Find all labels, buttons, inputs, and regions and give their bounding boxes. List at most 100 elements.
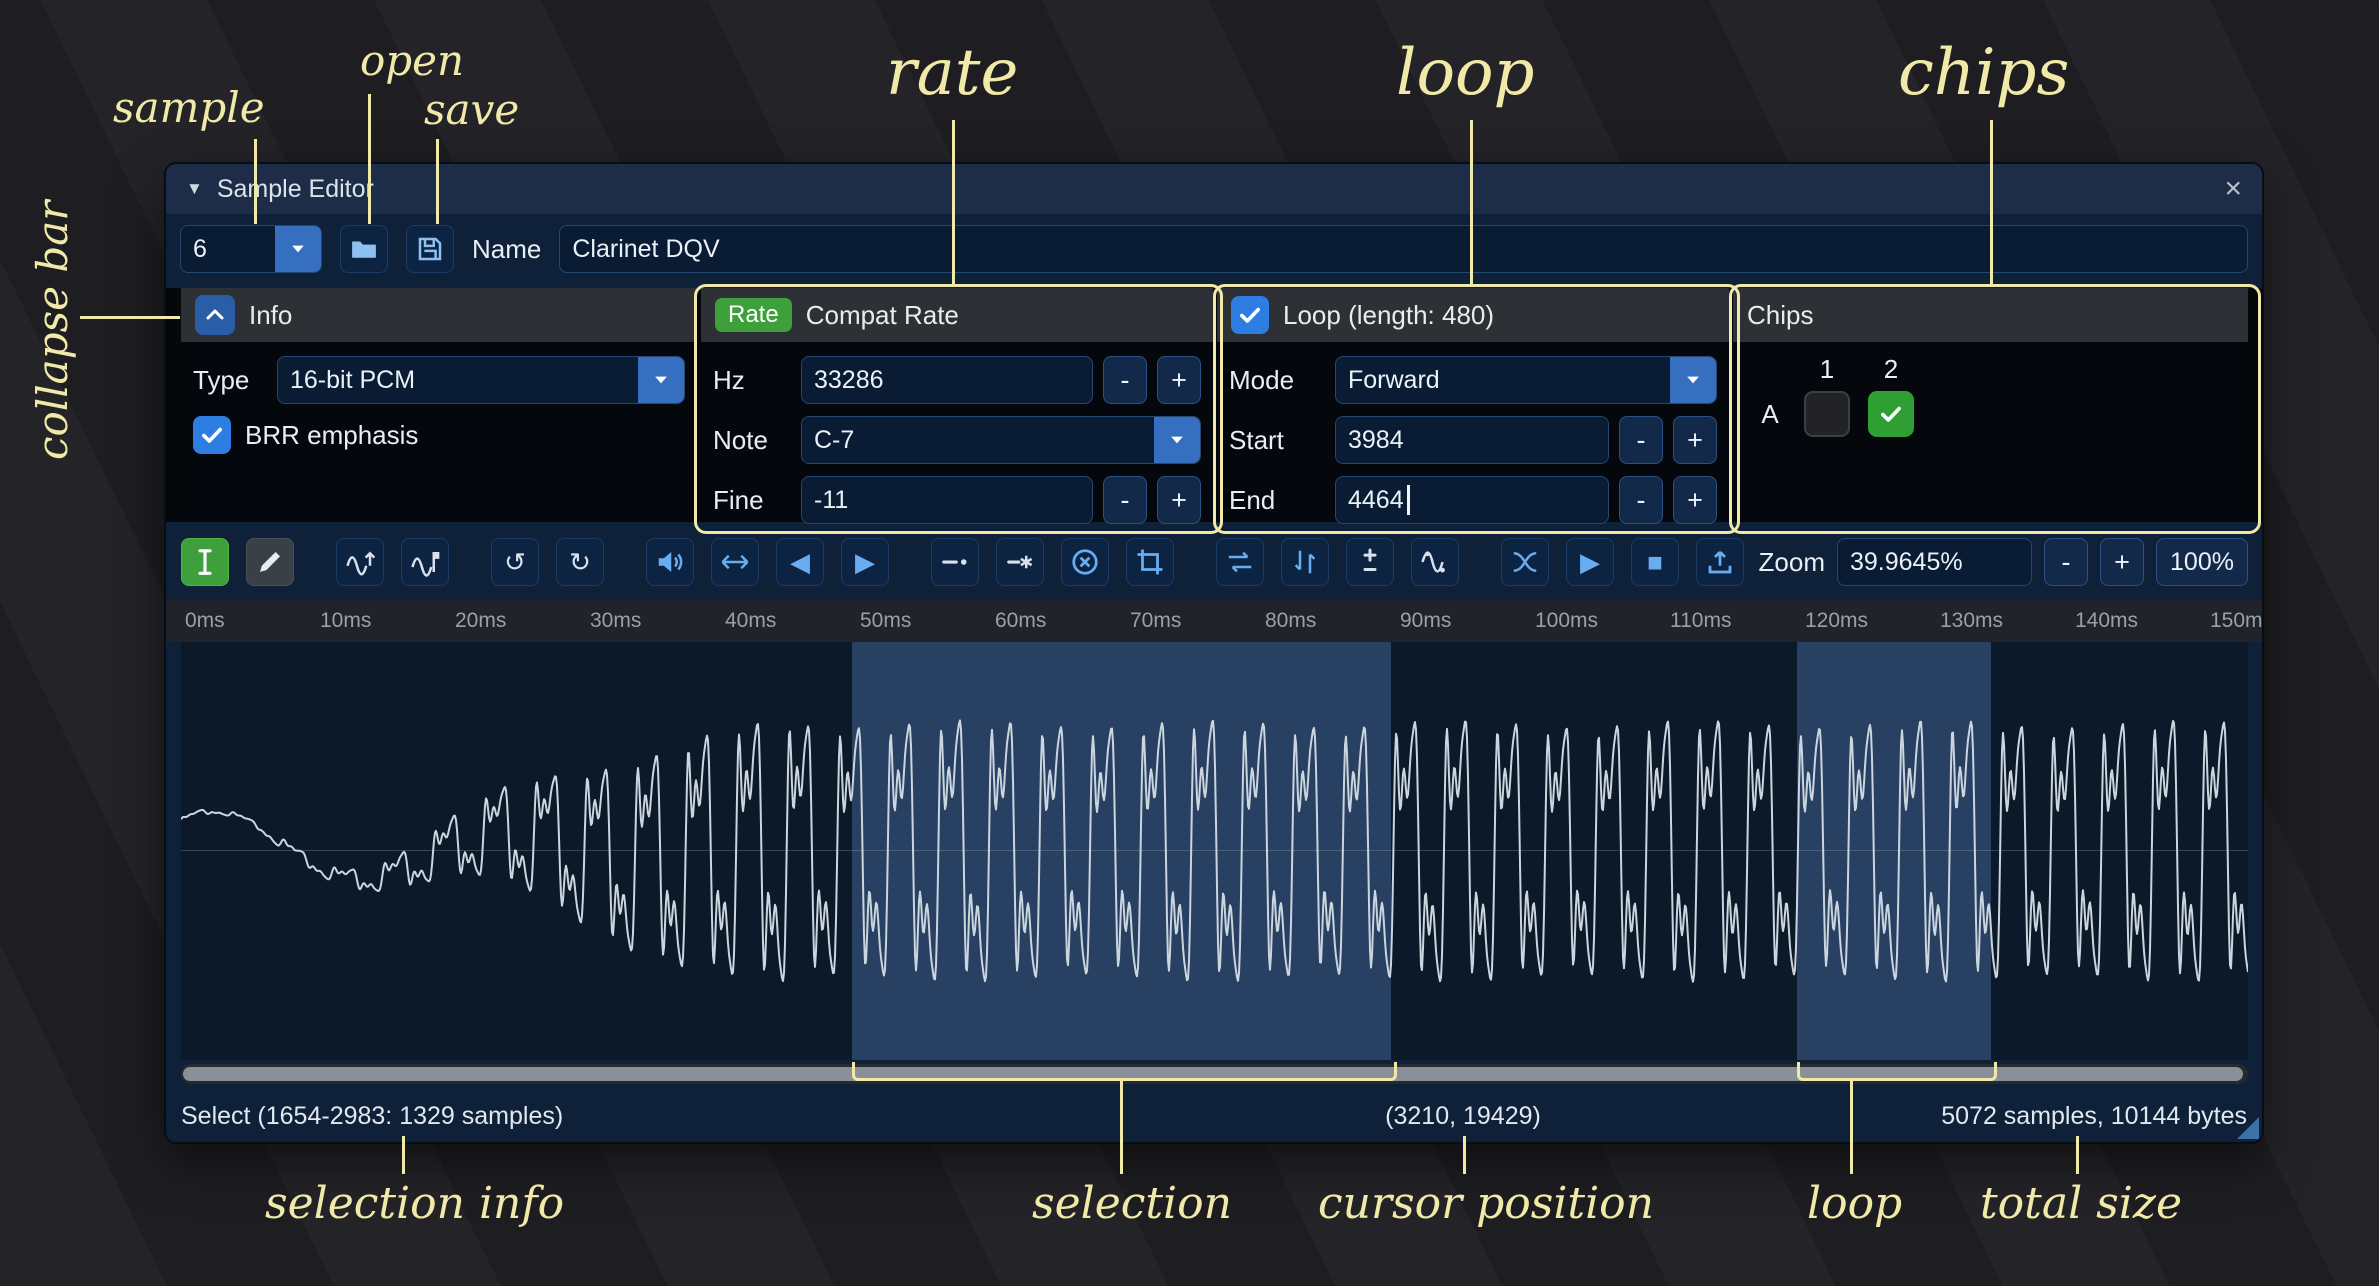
ruler-tick: 20ms [455, 609, 506, 633]
info-panel-title: Info [249, 300, 292, 331]
name-label: Name [472, 234, 541, 265]
leader-cursor-position [1463, 1136, 1466, 1174]
zoom-controls: Zoom 39.9645% - + 100% [1759, 538, 2248, 586]
fine-input[interactable]: -11 [801, 476, 1093, 524]
note-select[interactable]: C-7 [801, 416, 1201, 464]
loop-mode-value: Forward [1348, 366, 1440, 395]
loop-mode-select[interactable]: Forward [1335, 356, 1717, 404]
name-value: Clarinet DQV [572, 235, 719, 264]
ruler-tick: 120ms [1805, 609, 1868, 633]
ruler-tick: 90ms [1400, 609, 1451, 633]
sample-number-select[interactable]: 6 [180, 225, 322, 273]
annotation-cursor-position: cursor position [1318, 1178, 1654, 1229]
hz-label: Hz [713, 365, 791, 396]
fine-plus-button[interactable]: + [1157, 476, 1201, 524]
chevron-down-icon[interactable] [275, 226, 321, 272]
name-input[interactable]: Clarinet DQV [559, 225, 2248, 273]
ruler-tick: 80ms [1265, 609, 1316, 633]
invert-icon [1290, 547, 1320, 577]
zoom-in-button[interactable]: + [2100, 538, 2144, 586]
fade-out-button[interactable]: ▶ [841, 538, 889, 586]
upload-sample-button[interactable] [1696, 538, 1744, 586]
type-value: 16-bit PCM [290, 366, 415, 395]
note-label: Note [713, 425, 791, 456]
hz-plus-button[interactable]: + [1157, 356, 1201, 404]
preview-stop-button[interactable]: ■ [1631, 538, 1679, 586]
select-tool-icon [190, 547, 220, 577]
crossfade-button[interactable] [1501, 538, 1549, 586]
loop-start-plus-button[interactable]: + [1673, 416, 1717, 464]
ruler-tick: 0ms [185, 609, 225, 633]
zoom-reset-button[interactable]: 100% [2156, 538, 2248, 586]
loop-end-input[interactable]: 4464 [1335, 476, 1609, 524]
chip-a2-checkbox[interactable] [1868, 391, 1914, 437]
sign-button[interactable] [1346, 538, 1394, 586]
amplify-button[interactable] [646, 538, 694, 586]
preview-play-button[interactable]: ▶ [1566, 538, 1614, 586]
fine-value: -11 [814, 486, 848, 515]
chevron-down-icon[interactable] [1154, 417, 1200, 463]
apply-silence-button[interactable] [996, 538, 1044, 586]
undo-button[interactable]: ↺ [491, 538, 539, 586]
reverse-button[interactable] [1216, 538, 1264, 586]
waveform-view[interactable] [181, 642, 2248, 1060]
apply-silence-icon [1005, 547, 1035, 577]
open-button[interactable] [340, 225, 388, 273]
hz-value: 33286 [814, 366, 884, 395]
draw-tool-button[interactable] [246, 538, 294, 586]
save-button[interactable] [406, 225, 454, 273]
annotation-selection: selection [1032, 1178, 1232, 1229]
chevron-down-icon[interactable] [1670, 357, 1716, 403]
toolbar-buttons: ↺ ↻ ◀ ▶ ▶ ■ [181, 538, 1744, 586]
floppy-icon [415, 234, 445, 264]
insert-silence-icon [940, 547, 970, 577]
filter-button[interactable] [1411, 538, 1459, 586]
loop-end-minus-button[interactable]: - [1619, 476, 1663, 524]
fine-minus-button[interactable]: - [1103, 476, 1147, 524]
type-label: Type [193, 365, 267, 396]
window-title: Sample Editor [217, 175, 374, 204]
zoom-out-button[interactable]: - [2044, 538, 2088, 586]
chevron-up-icon[interactable] [195, 295, 235, 335]
rate-badge: Rate [715, 298, 792, 332]
close-icon[interactable]: × [2224, 172, 2242, 206]
resize-button[interactable] [336, 538, 384, 586]
leader-total-size [2076, 1136, 2079, 1174]
normalize-button[interactable] [711, 538, 759, 586]
check-icon [1237, 302, 1263, 328]
hz-input[interactable]: 33286 [801, 356, 1093, 404]
chevron-down-icon[interactable] [638, 357, 684, 403]
loop-start-label: Start [1229, 425, 1325, 456]
type-select[interactable]: 16-bit PCM [277, 356, 685, 404]
info-collapse-bar[interactable]: Info [181, 288, 697, 342]
loop-start-value: 3984 [1348, 426, 1404, 455]
delete-button[interactable] [1061, 538, 1109, 586]
timeline-ruler[interactable]: 0ms10ms20ms30ms40ms50ms60ms70ms80ms90ms1… [166, 600, 2262, 642]
insert-silence-button[interactable] [931, 538, 979, 586]
fade-in-button[interactable]: ◀ [776, 538, 824, 586]
sample-editor-window: ▼ Sample Editor × 6 Name Clarinet DQV In… [166, 164, 2262, 1142]
hz-minus-button[interactable]: - [1103, 356, 1147, 404]
loop-enable-checkbox[interactable] [1231, 296, 1269, 334]
window-collapse-icon[interactable]: ▼ [186, 179, 203, 199]
amplify-icon [655, 547, 685, 577]
redo-button[interactable]: ↻ [556, 538, 604, 586]
trim-button[interactable] [1126, 538, 1174, 586]
draw-tool-icon [255, 547, 285, 577]
zoom-input[interactable]: 39.9645% [1837, 538, 2032, 586]
annotation-total-size: total size [1980, 1178, 2182, 1229]
select-tool-button[interactable] [181, 538, 229, 586]
resample-button[interactable] [401, 538, 449, 586]
ruler-tick: 30ms [590, 609, 641, 633]
annotation-loop: loop [1396, 36, 1535, 110]
loop-start-minus-button[interactable]: - [1619, 416, 1663, 464]
ruler-tick: 50ms [860, 609, 911, 633]
ruler-tick: 70ms [1130, 609, 1181, 633]
loop-start-input[interactable]: 3984 [1335, 416, 1609, 464]
resize-grip[interactable] [2237, 1117, 2259, 1139]
loop-end-plus-button[interactable]: + [1673, 476, 1717, 524]
brr-emphasis-checkbox[interactable] [193, 416, 231, 454]
invert-button[interactable] [1281, 538, 1329, 586]
loop-panel-title: Loop (length: 480) [1283, 300, 1494, 331]
chip-a1-checkbox[interactable] [1804, 391, 1850, 437]
